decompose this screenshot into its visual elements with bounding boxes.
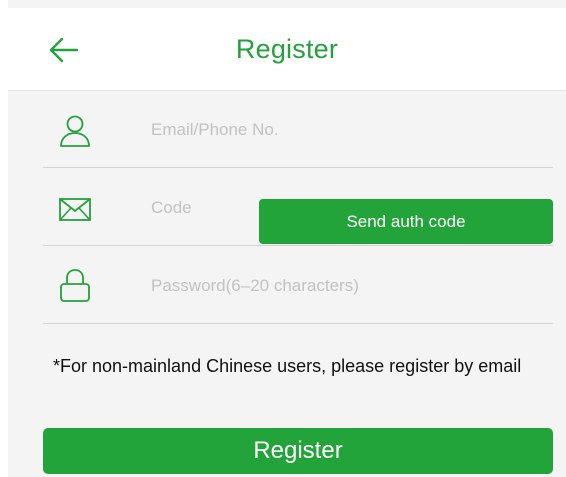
- code-row: Send auth code: [43, 169, 553, 246]
- left-edge: [0, 0, 8, 477]
- user-icon: [60, 115, 90, 147]
- lock-icon: [60, 269, 90, 302]
- auth-code-input[interactable]: [151, 193, 241, 223]
- email-row: [43, 91, 553, 168]
- password-row: [43, 247, 553, 324]
- email-notice-text: *For non-mainland Chinese users, please …: [53, 356, 522, 376]
- register-form: Send auth code *For non-mainland Chinese…: [8, 91, 566, 477]
- envelope-icon: [59, 198, 91, 221]
- page-title: Register: [235, 34, 339, 64]
- header-bar: Register: [8, 8, 566, 91]
- register-screen: Register Send auth code: [0, 0, 566, 477]
- email-phone-input[interactable]: [151, 115, 531, 145]
- register-button[interactable]: Register: [43, 428, 553, 474]
- send-auth-code-button[interactable]: Send auth code: [259, 199, 553, 244]
- password-input[interactable]: [151, 271, 531, 301]
